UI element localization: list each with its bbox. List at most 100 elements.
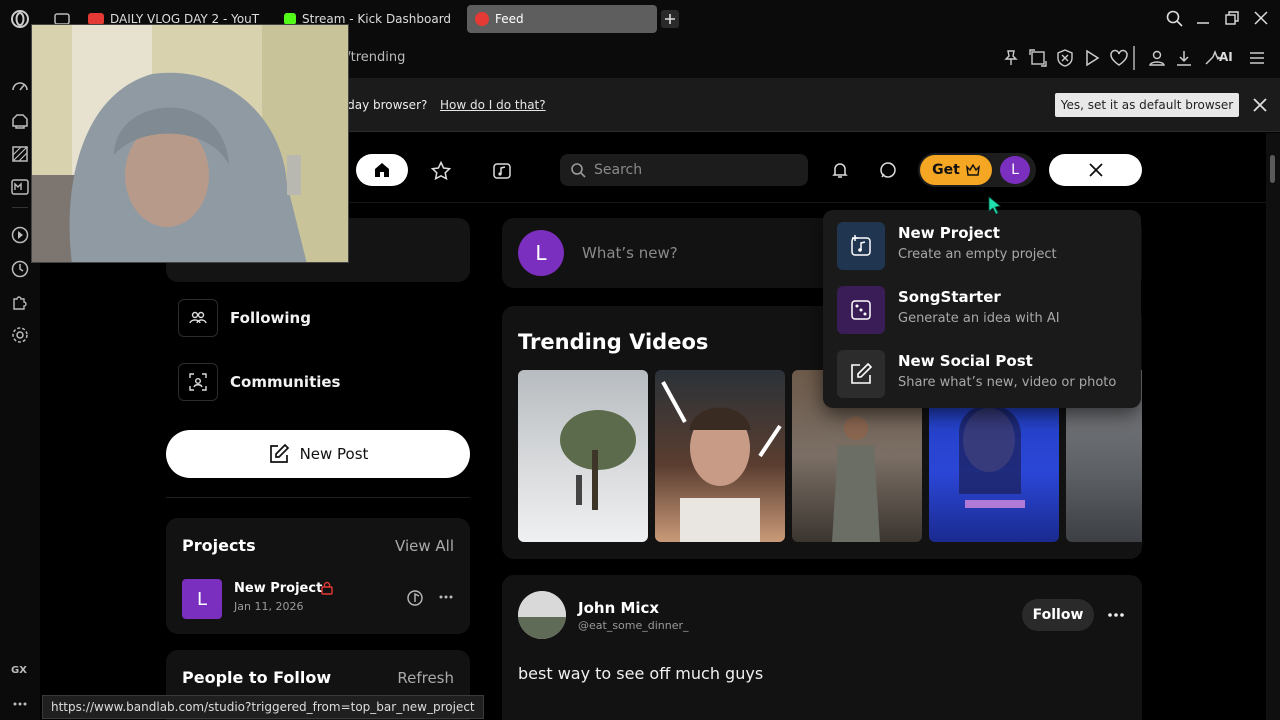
search-placeholder: Search <box>594 162 643 178</box>
player-sidebar-icon[interactable] <box>11 226 29 244</box>
messenger-icon[interactable] <box>11 178 29 196</box>
close-create-button[interactable] <box>1049 154 1142 186</box>
new-post-button[interactable]: New Post <box>166 430 470 478</box>
opera-gx-logo-icon[interactable] <box>10 9 30 29</box>
communities-label: Communities <box>230 373 341 391</box>
search-input[interactable]: Search <box>560 154 808 186</box>
gx-control-icon[interactable] <box>11 112 29 130</box>
left-nav-communities[interactable]: Communities <box>178 363 341 401</box>
menu-item-title: New Social Post <box>898 352 1033 370</box>
post-author-handle[interactable]: @eat_some_dinner_ <box>578 619 689 632</box>
left-divider <box>166 497 470 498</box>
page-scrollbar[interactable] <box>1266 133 1280 720</box>
post-author-name[interactable]: John Micx <box>578 599 659 617</box>
webcam-feed-image <box>32 25 348 262</box>
more-options-icon[interactable] <box>438 589 454 605</box>
restore-icon[interactable] <box>1225 11 1239 25</box>
webcam-overlay <box>31 24 349 263</box>
mouse-cursor-icon <box>988 196 1001 214</box>
feed-post: John Micx @eat_some_dinner_ Follow best … <box>502 575 1142 720</box>
player-icon[interactable] <box>1083 49 1101 67</box>
view-all-link[interactable]: View All <box>395 537 454 555</box>
mix-editor-icon[interactable] <box>406 589 424 607</box>
menu-item-new-social-post[interactable]: New Social Post Share what’s new, video … <box>837 350 1127 400</box>
menu-item-songstarter[interactable]: SongStarter Generate an idea with AI <box>837 286 1127 336</box>
search-tabs-icon[interactable] <box>1166 10 1183 27</box>
search-icon <box>571 163 586 178</box>
project-thumbnail[interactable]: L <box>182 579 222 619</box>
gx-label[interactable]: GX <box>11 665 27 676</box>
face-video-image <box>661 381 782 542</box>
minimize-icon[interactable] <box>1196 12 1210 26</box>
tab-label: Feed <box>495 12 524 26</box>
create-dropdown-menu: New Project Create an empty project Song… <box>823 210 1141 408</box>
home-icon <box>375 163 389 177</box>
video-thumbnail[interactable] <box>518 370 648 542</box>
edit-icon <box>269 443 289 463</box>
heart-icon[interactable] <box>1110 49 1128 67</box>
composer-avatar: L <box>518 230 564 276</box>
how-to-link[interactable]: How do I do that? <box>440 98 546 112</box>
get-label: Get <box>932 162 960 178</box>
pin-icon[interactable] <box>1002 49 1020 67</box>
refresh-link[interactable]: Refresh <box>397 669 454 687</box>
easy-setup-icon[interactable] <box>1248 49 1266 67</box>
menu-item-new-project[interactable]: New Project Create an empty project <box>837 222 1127 272</box>
projects-card: Projects View All L New Project Jan 11, … <box>166 518 470 634</box>
new-post-label: New Post <box>299 445 369 463</box>
star-icon[interactable] <box>431 161 451 181</box>
communities-icon-box <box>178 363 218 401</box>
menu-item-desc: Generate an idea with AI <box>898 311 1060 326</box>
close-icon <box>1088 163 1103 177</box>
get-membership-pill: Get L <box>918 153 1036 187</box>
settings-icon[interactable] <box>11 326 29 344</box>
infobar-question: yday browser? <box>340 98 428 112</box>
trending-title: Trending Videos <box>518 330 709 354</box>
left-nav-following[interactable]: Following <box>178 299 311 337</box>
sidebar-more-icon[interactable] <box>12 697 28 711</box>
communities-icon <box>189 373 207 391</box>
post-author-avatar[interactable] <box>518 591 566 639</box>
home-button[interactable] <box>356 154 408 186</box>
project-date: Jan 11, 2026 <box>234 600 304 613</box>
project-name[interactable]: New Project <box>234 581 322 596</box>
close-icon[interactable] <box>1252 97 1268 113</box>
close-window-icon[interactable] <box>1254 11 1268 25</box>
speed-dial-icon[interactable] <box>11 78 29 96</box>
lock-icon <box>321 581 333 595</box>
user-avatar[interactable]: L <box>1000 156 1030 184</box>
chat-icon[interactable] <box>879 161 897 179</box>
profile-icon[interactable] <box>1148 49 1166 67</box>
get-membership-button[interactable]: Get <box>920 155 992 185</box>
snowy-tree-image <box>560 410 636 510</box>
menu-item-desc: Create an empty project <box>898 247 1057 262</box>
people-title: People to Follow <box>182 668 332 687</box>
library-icon[interactable] <box>492 161 512 181</box>
menu-item-title: SongStarter <box>898 288 1001 306</box>
snapshot-icon[interactable] <box>1029 49 1047 67</box>
whats-new-placeholder[interactable]: What’s new? <box>582 244 678 262</box>
history-icon[interactable] <box>11 260 29 278</box>
people-icon <box>189 311 207 324</box>
set-default-button[interactable]: Yes, set it as default browser <box>1055 93 1239 117</box>
following-label: Following <box>230 309 311 327</box>
adblock-shield-icon[interactable] <box>1056 49 1074 67</box>
bandlab-icon <box>475 12 489 26</box>
scrollbar-thumb[interactable] <box>1270 155 1275 183</box>
music-plus-icon <box>837 222 885 270</box>
more-options-icon[interactable] <box>1107 607 1125 623</box>
bell-icon[interactable] <box>831 161 849 179</box>
download-icon[interactable] <box>1175 49 1193 67</box>
projects-title: Projects <box>182 536 256 555</box>
gx-corner-icon[interactable] <box>11 145 29 163</box>
extensions-icon[interactable] <box>11 293 29 311</box>
following-icon-box <box>178 299 218 337</box>
tab-feed[interactable]: Feed <box>467 5 657 33</box>
follow-button[interactable]: Follow <box>1022 599 1094 631</box>
sidebar-divider <box>12 207 28 208</box>
crown-icon <box>965 164 980 176</box>
edit-icon <box>837 350 885 398</box>
ai-label[interactable]: AI <box>1219 50 1233 64</box>
new-tab-icon[interactable] <box>661 10 679 28</box>
video-thumbnail[interactable] <box>655 370 785 542</box>
